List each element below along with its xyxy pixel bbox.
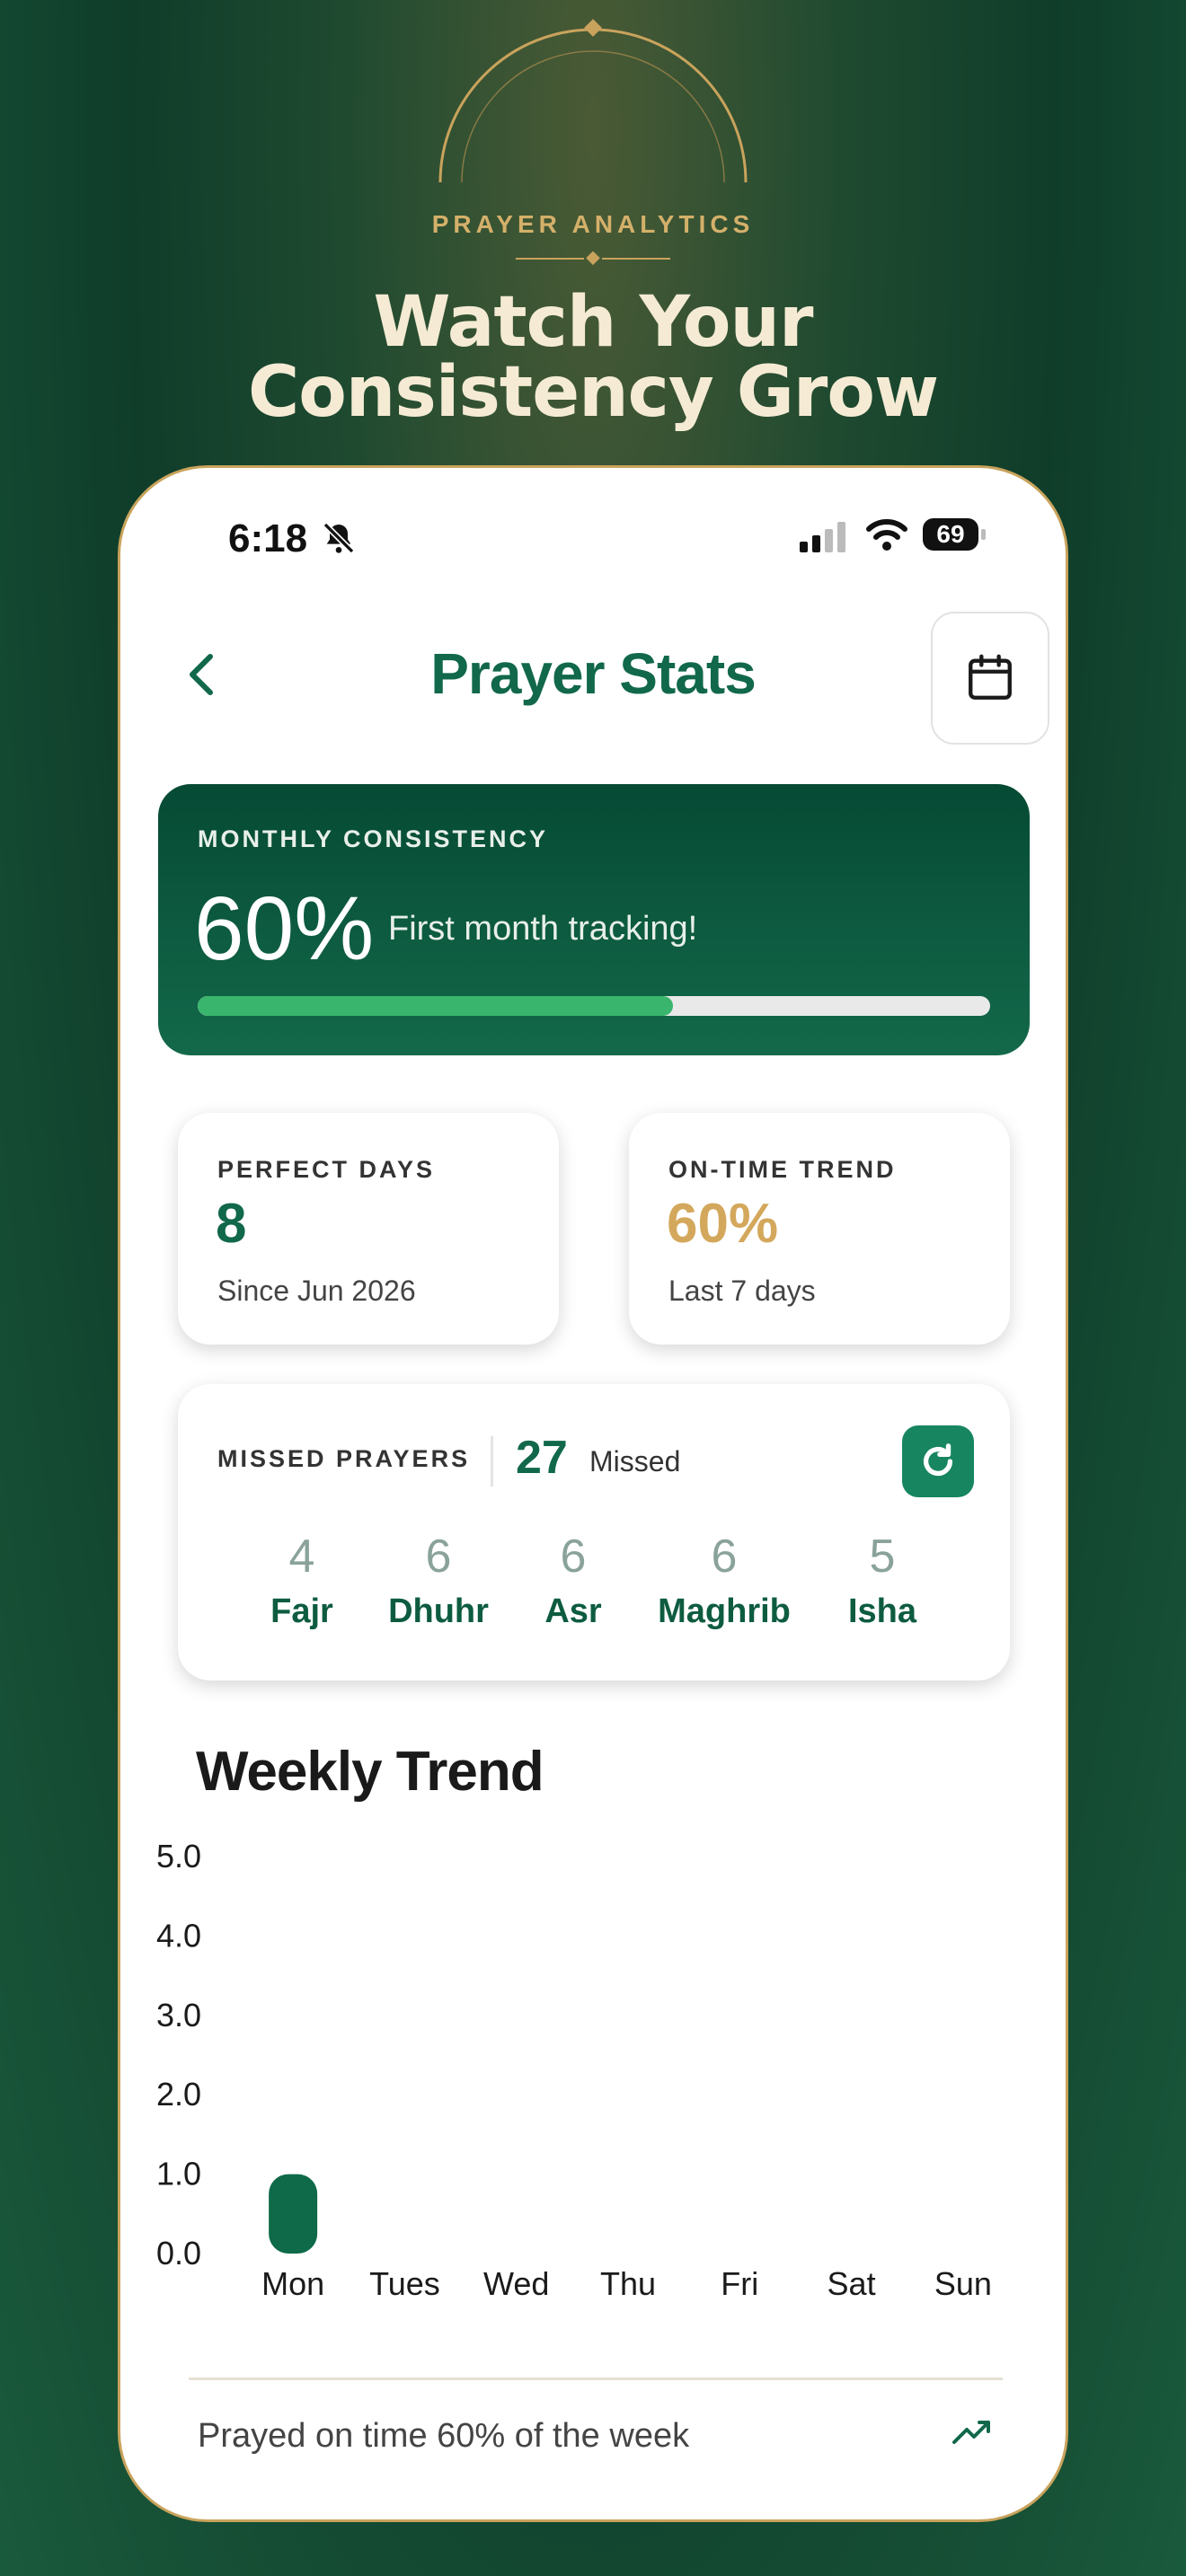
x-tick-label: Tues [369, 2265, 440, 2302]
x-tick-label: Fri [721, 2265, 758, 2302]
y-tick-label: 3.0 [156, 1997, 201, 2033]
prayer-count: 6 [711, 1531, 738, 1583]
prayer-maghrib: 6 Maghrib [658, 1530, 791, 1631]
prayer-fajr: 4 Fajr [270, 1530, 333, 1631]
x-tick-label: Mon [261, 2265, 324, 2302]
monthly-progress-bar [198, 996, 990, 1016]
missed-prayers-card: MISSED PRAYERS 27 Missed 4 Fajr 6 Dhuhr … [178, 1384, 1010, 1681]
trending-up-icon [952, 2421, 990, 2444]
y-tick-label: 4.0 [156, 1917, 201, 1954]
monthly-consistency-message: First month tracking! [388, 910, 698, 948]
x-tick-label: Sat [828, 2265, 876, 2302]
missed-count: 27 [516, 1432, 568, 1484]
prayer-count: 5 [869, 1531, 896, 1583]
prayer-asr: 6 Asr [544, 1530, 601, 1631]
prayer-isha: 5 Isha [848, 1530, 916, 1631]
perfect-days-label: PERFECT DAYS [217, 1156, 436, 1183]
y-tick-label: 1.0 [156, 2156, 201, 2192]
y-tick-label: 2.0 [156, 2076, 201, 2113]
prayer-name: Maghrib [658, 1592, 791, 1630]
wifi-icon [866, 519, 907, 551]
perfect-days-value: 8 [216, 1193, 247, 1255]
prayer-dhuhr: 6 Dhuhr [388, 1530, 489, 1631]
prayer-name: Isha [847, 1592, 917, 1630]
hero-title: Watch Your Consistency Grow [0, 287, 1186, 428]
missed-prayers-label: MISSED PRAYERS [217, 1445, 471, 1472]
chart-bar [269, 2174, 318, 2254]
monthly-progress-fill [198, 996, 674, 1016]
y-tick-label: 5.0 [156, 1842, 201, 1875]
y-tick-label: 0.0 [156, 2235, 201, 2272]
phone-frame: 6:18 69 Prayer Stats MONTHLY CONSISTENCY… [118, 465, 1068, 2522]
perfect-days-sub: Since Jun 2026 [217, 1275, 416, 1307]
prayer-name: Dhuhr [388, 1592, 489, 1630]
bell-muted-icon [323, 522, 355, 554]
hero-title-line1: Watch Your [373, 282, 813, 363]
on-time-trend-card: ON-TIME TREND 60% Last 7 days [629, 1113, 1010, 1345]
battery-icon: 69 [923, 518, 986, 551]
on-time-trend-label: ON-TIME TREND [668, 1156, 897, 1183]
x-tick-label: Sun [934, 2265, 992, 2302]
calendar-button[interactable] [931, 612, 1049, 745]
status-time: 6:18 [228, 516, 308, 560]
x-tick-label: Thu [600, 2265, 656, 2302]
prayer-count: 6 [560, 1531, 587, 1583]
hero-divider-ornament [516, 251, 670, 266]
calendar-icon [969, 654, 1012, 700]
hero-section: PRAYER ANALYTICS Watch Your Consistency … [0, 0, 1186, 467]
missed-separator [491, 1436, 493, 1486]
weekly-trend-chart: 0.0 1.0 2.0 3.0 4.0 5.0 Mon Tues Wed Thu Fri Sat Sun [156, 1842, 992, 2302]
chart-divider [189, 2378, 1003, 2380]
page-title: Prayer Stats [430, 641, 757, 706]
hero-label: PRAYER ANALYTICS [431, 210, 755, 238]
prayer-name: Asr [544, 1592, 602, 1630]
missed-word: Missed [589, 1445, 681, 1478]
perfect-days-card: PERFECT DAYS 8 Since Jun 2026 [178, 1113, 559, 1345]
prayer-count: 4 [288, 1531, 315, 1583]
monthly-consistency-card: MONTHLY CONSISTENCY 60% First month trac… [158, 784, 1030, 1055]
on-time-trend-sub: Last 7 days [668, 1275, 816, 1307]
monthly-consistency-label: MONTHLY CONSISTENCY [198, 825, 549, 852]
cellular-signal-icon [800, 522, 845, 552]
refresh-icon [923, 1443, 953, 1477]
on-time-trend-value: 60% [667, 1193, 779, 1255]
refresh-button[interactable] [902, 1425, 974, 1497]
monthly-consistency-percent: 60% [194, 878, 375, 979]
prayer-name: Fajr [270, 1592, 333, 1630]
prayer-count: 6 [425, 1531, 452, 1583]
weekly-trend-title: Weekly Trend [196, 1741, 544, 1803]
weekly-summary-text: Prayed on time 60% of the week [198, 2417, 690, 2455]
x-tick-label: Wed [483, 2265, 549, 2302]
hero-title-line2: Consistency Grow [247, 352, 939, 433]
arch-ornament [438, 19, 748, 183]
